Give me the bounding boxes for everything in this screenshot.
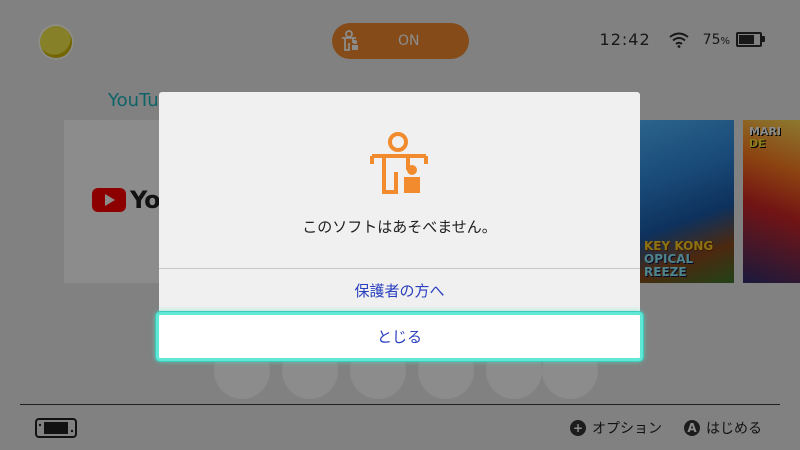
for-parents-button[interactable]: 保護者の方へ xyxy=(159,280,640,301)
close-button[interactable]: とじる xyxy=(156,312,643,361)
dialog-message: このソフトはあそべません。 xyxy=(302,218,497,236)
parental-control-icon xyxy=(370,132,428,194)
dialog-divider xyxy=(159,268,640,269)
parental-control-dialog: このソフトはあそべません。 保護者の方へ とじる xyxy=(156,92,643,361)
